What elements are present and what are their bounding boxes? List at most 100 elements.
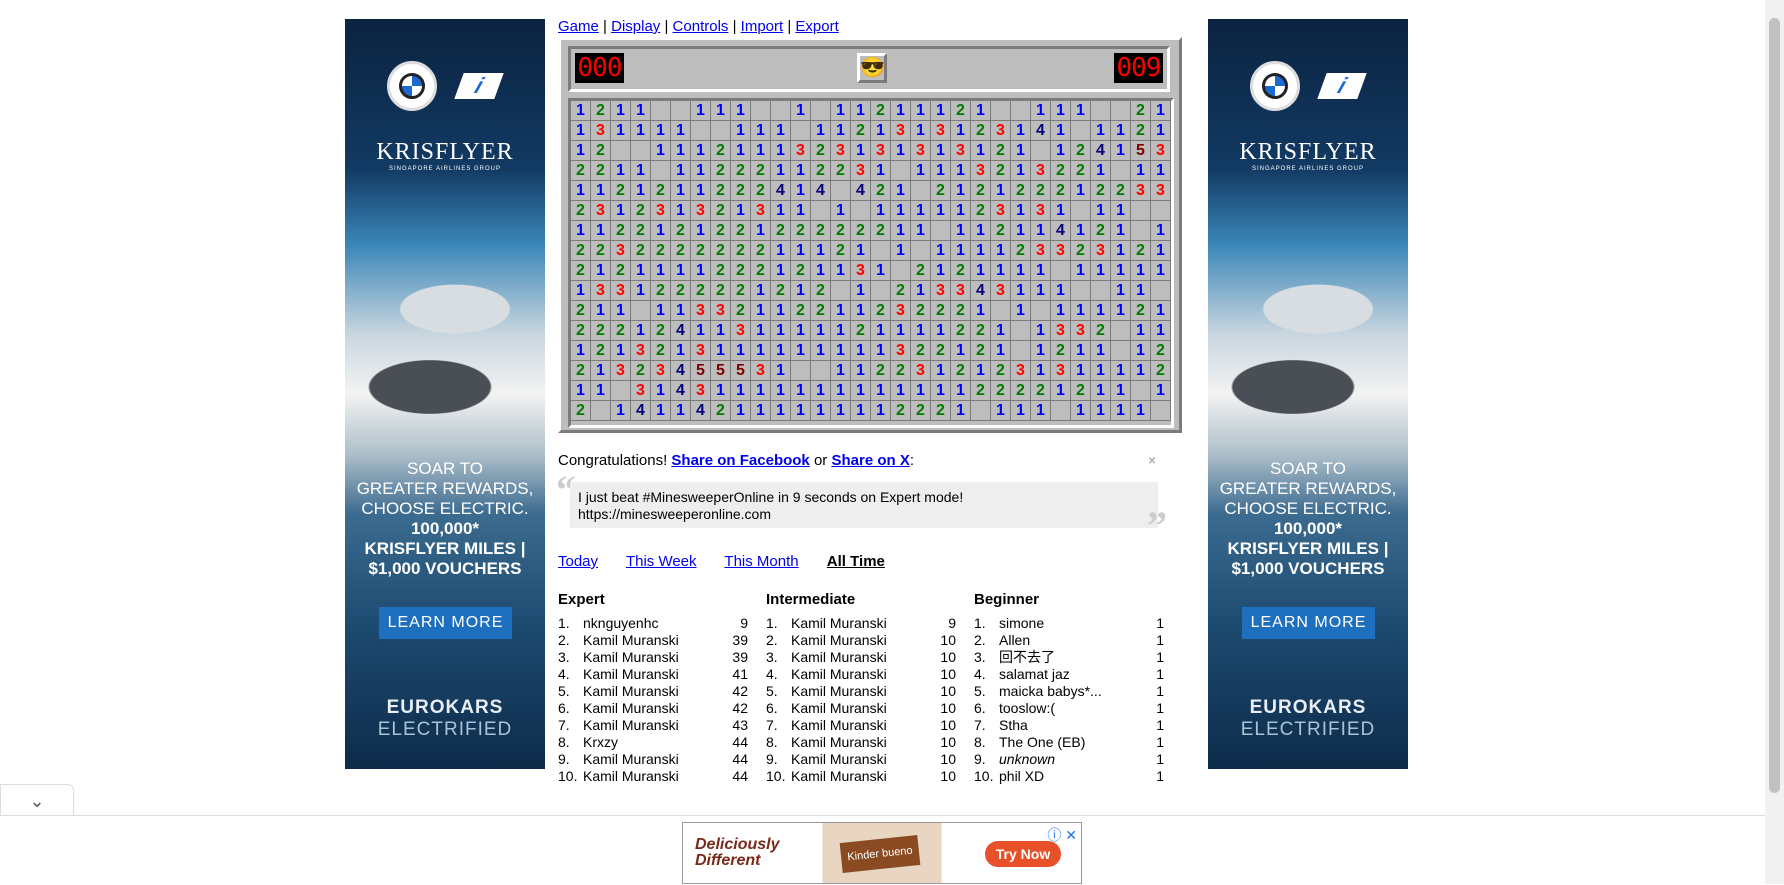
board-cell[interactable]: 1	[1131, 321, 1151, 341]
board-cell[interactable]	[931, 221, 951, 241]
scrollbar-thumb[interactable]	[1769, 18, 1780, 793]
board-cell[interactable]	[1031, 141, 1051, 161]
board-cell[interactable]: 3	[691, 201, 711, 221]
board-cell[interactable]: 2	[711, 141, 731, 161]
board-cell[interactable]: 3	[831, 141, 851, 161]
ad-close-icon[interactable]: ⓘ ✕	[1047, 825, 1077, 845]
board-cell[interactable]: 2	[591, 321, 611, 341]
board-cell[interactable]: 1	[791, 101, 811, 121]
board-cell[interactable]: 1	[611, 201, 631, 221]
board-cell[interactable]: 1	[731, 341, 751, 361]
board-cell[interactable]: 1	[611, 161, 631, 181]
board-cell[interactable]: 1	[1011, 161, 1031, 181]
board-cell[interactable]: 2	[911, 341, 931, 361]
board-cell[interactable]: 4	[771, 181, 791, 201]
board-cell[interactable]: 3	[611, 281, 631, 301]
board-cell[interactable]: 1	[1111, 401, 1131, 421]
board-cell[interactable]: 2	[611, 321, 631, 341]
board-cell[interactable]: 1	[951, 401, 971, 421]
board-cell[interactable]	[1031, 301, 1051, 321]
board-cell[interactable]: 1	[1011, 281, 1031, 301]
board-cell[interactable]: 2	[591, 241, 611, 261]
board-cell[interactable]: 2	[651, 241, 671, 261]
board-cell[interactable]: 3	[951, 141, 971, 161]
board-cell[interactable]: 2	[671, 281, 691, 301]
board-cell[interactable]: 1	[1071, 361, 1091, 381]
board-cell[interactable]: 3	[751, 361, 771, 381]
board-cell[interactable]: 1	[871, 341, 891, 361]
board-cell[interactable]: 1	[811, 341, 831, 361]
board-cell[interactable]	[1111, 321, 1131, 341]
board-cell[interactable]: 1	[791, 321, 811, 341]
board-cell[interactable]: 1	[1091, 301, 1111, 321]
board-cell[interactable]: 2	[991, 221, 1011, 241]
board-cell[interactable]: 2	[891, 361, 911, 381]
learn-more-button[interactable]: LEARN MORE	[379, 607, 512, 639]
board-cell[interactable]: 4	[851, 181, 871, 201]
board-cell[interactable]: 3	[1011, 361, 1031, 381]
menu-game[interactable]: Game	[558, 18, 599, 35]
board-cell[interactable]	[1111, 341, 1131, 361]
board-cell[interactable]	[651, 161, 671, 181]
board-cell[interactable]: 1	[651, 401, 671, 421]
board-cell[interactable]: 1	[1111, 381, 1131, 401]
board-cell[interactable]: 1	[591, 181, 611, 201]
board-cell[interactable]: 1	[1051, 101, 1071, 121]
board-cell[interactable]: 1	[891, 201, 911, 221]
board-cell[interactable]: 1	[1111, 121, 1131, 141]
board-cell[interactable]: 2	[971, 341, 991, 361]
board-cell[interactable]: 1	[1031, 321, 1051, 341]
board-cell[interactable]: 2	[1131, 241, 1151, 261]
board-cell[interactable]: 1	[1151, 101, 1171, 121]
board-cell[interactable]: 1	[1111, 201, 1131, 221]
board-cell[interactable]: 1	[1051, 381, 1071, 401]
smiley-face-button[interactable]: 😎	[857, 53, 887, 83]
board-cell[interactable]: 2	[991, 141, 1011, 161]
board-cell[interactable]: 1	[671, 181, 691, 201]
board-cell[interactable]	[1111, 101, 1131, 121]
board-cell[interactable]: 1	[571, 381, 591, 401]
board-cell[interactable]: 3	[1031, 241, 1051, 261]
board-cell[interactable]: 1	[671, 401, 691, 421]
board-cell[interactable]: 1	[831, 201, 851, 221]
board-cell[interactable]: 1	[951, 241, 971, 261]
board-cell[interactable]: 3	[1151, 181, 1171, 201]
board-cell[interactable]: 3	[651, 201, 671, 221]
board-cell[interactable]: 2	[971, 121, 991, 141]
board-cell[interactable]	[971, 401, 991, 421]
board-cell[interactable]: 1	[591, 221, 611, 241]
board-cell[interactable]: 1	[1151, 161, 1171, 181]
board-cell[interactable]: 1	[791, 181, 811, 201]
board-cell[interactable]: 2	[1131, 301, 1151, 321]
board-cell[interactable]: 1	[631, 101, 651, 121]
board-cell[interactable]: 3	[911, 141, 931, 161]
board-cell[interactable]: 3	[1031, 201, 1051, 221]
board-cell[interactable]: 2	[971, 321, 991, 341]
board-cell[interactable]: 2	[991, 361, 1011, 381]
board-cell[interactable]: 1	[831, 361, 851, 381]
board-cell[interactable]: 1	[871, 381, 891, 401]
board-cell[interactable]: 1	[971, 221, 991, 241]
board-cell[interactable]: 2	[691, 281, 711, 301]
board-cell[interactable]: 2	[891, 281, 911, 301]
board-cell[interactable]: 1	[991, 261, 1011, 281]
board-cell[interactable]: 1	[771, 241, 791, 261]
board-cell[interactable]: 2	[1151, 361, 1171, 381]
board-cell[interactable]: 1	[1071, 341, 1091, 361]
board-cell[interactable]: 1	[771, 161, 791, 181]
board-cell[interactable]: 1	[691, 141, 711, 161]
board-cell[interactable]: 2	[951, 101, 971, 121]
board-cell[interactable]: 1	[611, 101, 631, 121]
board-cell[interactable]: 1	[651, 261, 671, 281]
board-cell[interactable]: 1	[971, 241, 991, 261]
board-cell[interactable]: 3	[1151, 141, 1171, 161]
board-cell[interactable]: 1	[1031, 101, 1051, 121]
board-cell[interactable]: 1	[891, 321, 911, 341]
board-cell[interactable]: 3	[911, 361, 931, 381]
board-cell[interactable]	[1131, 381, 1151, 401]
board-cell[interactable]: 1	[971, 301, 991, 321]
board-cell[interactable]: 1	[831, 121, 851, 141]
board-cell[interactable]	[911, 241, 931, 261]
board-cell[interactable]: 1	[1151, 261, 1171, 281]
board-cell[interactable]: 1	[671, 341, 691, 361]
